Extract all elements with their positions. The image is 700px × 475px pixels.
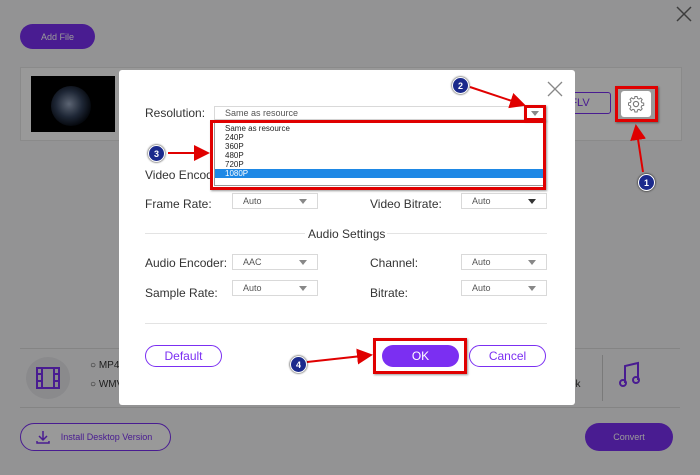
callout-badge-3: 3 bbox=[148, 145, 165, 162]
divider bbox=[145, 323, 547, 324]
channel-label: Channel: bbox=[370, 256, 419, 270]
frame-rate-select[interactable]: Auto bbox=[232, 193, 318, 209]
audio-encoder-value: AAC bbox=[243, 257, 262, 267]
dialog-close-icon[interactable] bbox=[545, 79, 565, 99]
audio-encoder-label: Audio Encoder: bbox=[145, 256, 228, 270]
default-button[interactable]: Default bbox=[145, 345, 222, 367]
divider bbox=[145, 233, 305, 234]
audio-settings-title: Audio Settings bbox=[308, 227, 386, 241]
callout-badge-1: 1 bbox=[638, 174, 655, 191]
resolution-value: Same as resource bbox=[225, 108, 299, 118]
video-bitrate-value: Auto bbox=[472, 196, 491, 206]
audio-encoder-select[interactable]: AAC bbox=[232, 254, 318, 270]
frame-rate-label: Frame Rate: bbox=[145, 197, 212, 211]
chevron-down-icon bbox=[528, 286, 536, 291]
cancel-button[interactable]: Cancel bbox=[469, 345, 546, 367]
bitrate-select[interactable]: Auto bbox=[461, 280, 547, 296]
chevron-down-icon bbox=[528, 199, 536, 204]
frame-rate-value: Auto bbox=[243, 196, 262, 206]
callout-badge-2: 2 bbox=[452, 77, 469, 94]
bitrate-label: Bitrate: bbox=[370, 286, 409, 300]
sample-rate-label: Sample Rate: bbox=[145, 286, 218, 300]
callout-badge-4: 4 bbox=[290, 356, 307, 373]
channel-select[interactable]: Auto bbox=[461, 254, 547, 270]
callout-box-ok bbox=[373, 338, 467, 374]
chevron-down-icon bbox=[299, 260, 307, 265]
chevron-down-icon bbox=[528, 260, 536, 265]
sample-rate-value: Auto bbox=[243, 283, 262, 293]
resolution-label: Resolution: bbox=[145, 106, 206, 120]
callout-box-gear bbox=[615, 86, 658, 122]
video-bitrate-label: Video Bitrate: bbox=[370, 197, 442, 211]
callout-box-dropdown-arrow bbox=[524, 105, 546, 121]
chevron-down-icon bbox=[299, 286, 307, 291]
sample-rate-select[interactable]: Auto bbox=[232, 280, 318, 296]
channel-value: Auto bbox=[472, 257, 491, 267]
resolution-select[interactable]: Same as resource bbox=[214, 106, 546, 120]
video-encoder-label: Video Encoder: bbox=[145, 168, 213, 182]
divider bbox=[387, 233, 547, 234]
callout-box-dropdown bbox=[210, 120, 546, 190]
video-bitrate-select[interactable]: Auto bbox=[461, 193, 547, 209]
chevron-down-icon bbox=[299, 199, 307, 204]
bitrate-value: Auto bbox=[472, 283, 491, 293]
